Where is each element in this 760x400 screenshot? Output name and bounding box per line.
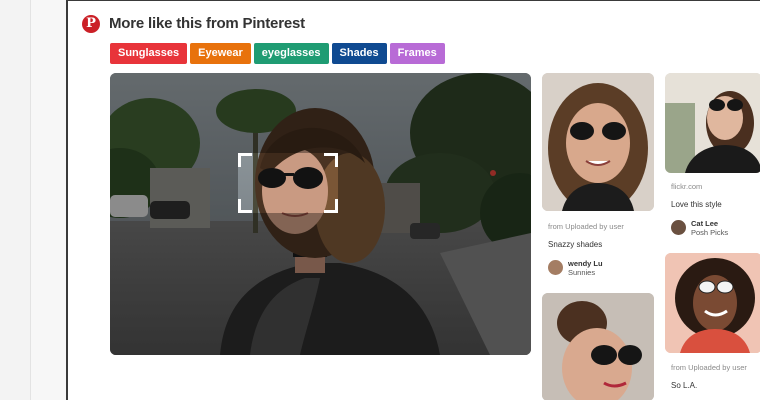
woman-sunglasses-photo [542,293,654,400]
tag-sunglasses[interactable]: Sunglasses [110,43,188,64]
pin-user-name[interactable]: Cat Lee [691,219,718,228]
pin-source[interactable]: flickr.com [671,182,702,191]
pinterest-logo-icon[interactable]: P [82,15,100,33]
woman-sunglasses-photo [665,253,760,353]
pin-image[interactable] [665,253,760,353]
crop-corner-top-right[interactable] [324,153,338,167]
pin-image[interactable] [665,73,760,173]
desktop-background [0,0,30,400]
tag-eyewear[interactable]: Eyewear [190,43,251,64]
pin-source[interactable]: from Uploaded by user [548,222,624,231]
pin-card[interactable]: from Uploaded by user So L.A. [665,253,760,400]
tag-shades[interactable]: Shades [331,43,387,64]
pin-description: So L.A. [671,381,698,390]
crop-corner-top-left[interactable] [238,153,252,167]
tag-frames[interactable]: Frames [389,43,445,64]
crop-corner-bottom-left[interactable] [238,199,252,213]
woman-sunglasses-photo [542,73,654,211]
pin-source[interactable]: from Uploaded by user [671,363,747,372]
pin-description: Love this style [671,200,722,209]
pin-board-name[interactable]: Sunnies [568,268,595,277]
more-like-this-panel: P More like this from Pinterest Sunglass… [66,0,760,400]
pin-image[interactable] [542,73,654,211]
visual-search-image[interactable] [110,73,531,355]
panel-title: More like this from Pinterest [109,15,305,32]
pin-description: Snazzy shades [548,240,603,249]
pin-card[interactable] [542,293,654,400]
user-avatar[interactable] [548,260,563,275]
tag-eyeglasses[interactable]: eyeglasses [253,43,329,64]
pin-board-name[interactable]: Posh Picks [691,228,728,237]
pin-card[interactable]: from Uploaded by user Snazzy shades wend… [542,73,654,283]
crop-corner-bottom-right[interactable] [324,199,338,213]
woman-sunglasses-photo [665,73,760,173]
device-bezel [30,0,66,400]
street-portrait-photo [110,73,531,355]
pin-image[interactable] [542,293,654,400]
pin-card[interactable]: flickr.com Love this style Cat Lee Posh … [665,73,760,243]
user-avatar[interactable] [671,220,686,235]
tag-list: Sunglasses Eyewear eyeglasses Shades Fra… [110,43,445,64]
pin-user-name[interactable]: wendy Lu [568,259,603,268]
